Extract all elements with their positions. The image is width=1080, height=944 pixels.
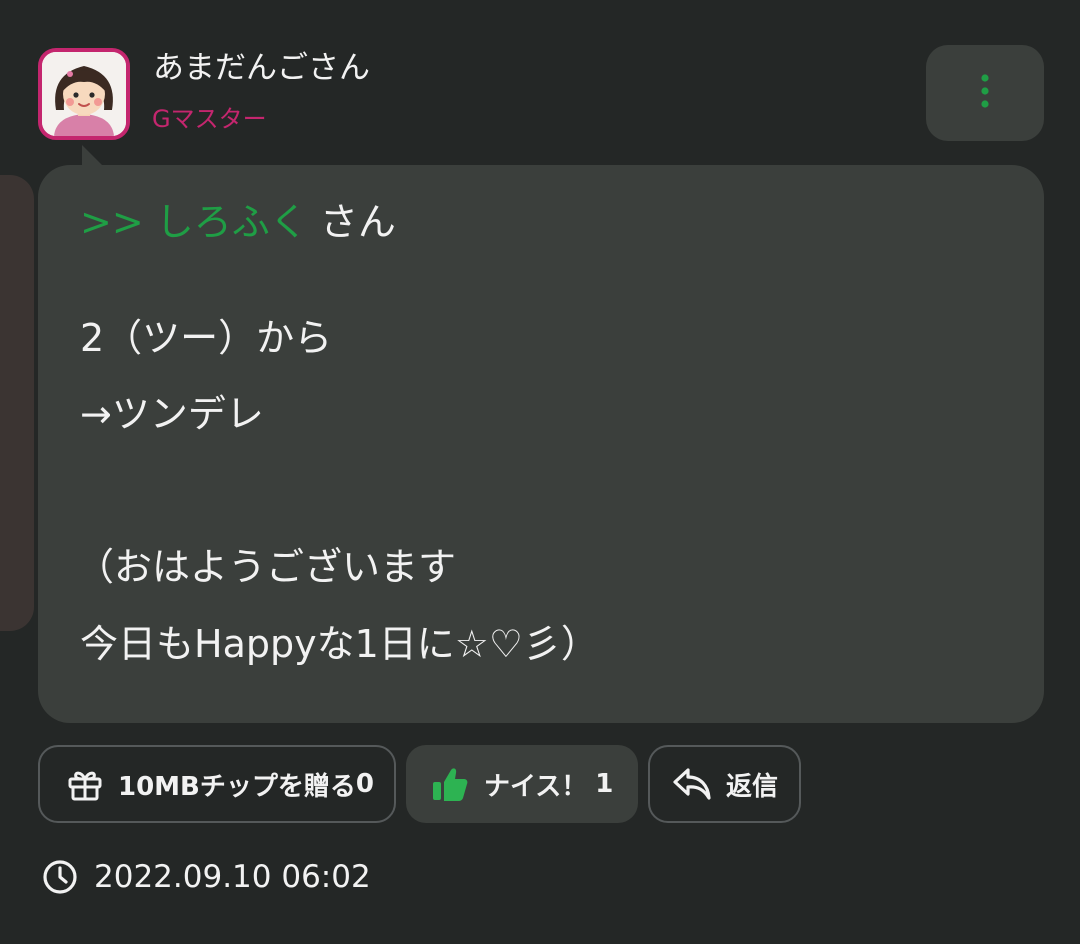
- clock-icon: [43, 860, 77, 894]
- gift-count: 0: [355, 769, 374, 799]
- reply-label: 返信: [726, 771, 779, 802]
- more-vertical-icon: [981, 74, 989, 108]
- reply-mention: >> しろふく さん: [80, 195, 396, 249]
- reply-icon: [672, 766, 712, 802]
- thumbs-up-icon: [430, 764, 470, 804]
- comment-screen: あまだんごさん Gマスター >> しろふく さん 2（ツー）から →ツンデレ （…: [0, 0, 1080, 944]
- avatar[interactable]: [38, 48, 130, 140]
- mention-link[interactable]: しろふく: [156, 200, 308, 244]
- gift-tip-button[interactable]: 10MBチップを贈る 0: [38, 745, 396, 823]
- more-options-button[interactable]: [926, 45, 1044, 141]
- mention-prefix: >>: [80, 200, 144, 244]
- author-name[interactable]: あまだんごさん: [153, 46, 370, 90]
- author-rank: Gマスター: [152, 105, 267, 133]
- gift-icon: [66, 765, 104, 803]
- bubble-tail: [82, 145, 104, 167]
- reply-button[interactable]: 返信: [648, 745, 801, 823]
- post-timestamp: 2022.09.10 06:02: [42, 855, 371, 899]
- nice-label: ナイス！: [484, 771, 588, 802]
- comment-text-line: 今日もHappyな1日に☆♡彡）: [80, 622, 599, 666]
- mention-honorific: さん: [319, 200, 396, 244]
- avatar-illustration: [42, 52, 126, 136]
- comment-text-line: （おはようございます: [76, 545, 457, 589]
- gift-label: 10MBチップを贈る: [118, 771, 356, 802]
- comment-text-line: 2（ツー）から: [80, 316, 333, 360]
- previous-comment-bubble-edge: [0, 175, 34, 631]
- comment-text-line: →ツンデレ: [80, 392, 264, 436]
- nice-button[interactable]: ナイス！ 1: [406, 745, 638, 823]
- nice-count: 1: [595, 769, 614, 799]
- timestamp-text: 2022.09.10 06:02: [94, 859, 371, 895]
